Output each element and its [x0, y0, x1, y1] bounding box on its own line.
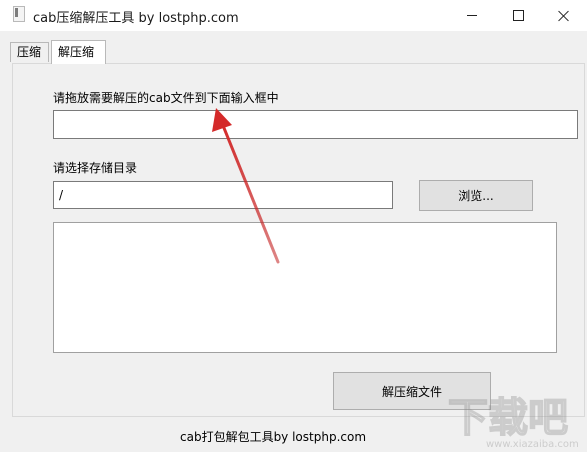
extract-button[interactable]: 解压缩文件 — [333, 372, 491, 410]
browse-button[interactable]: 浏览... — [419, 180, 533, 211]
maximize-button[interactable] — [495, 0, 541, 31]
tab-extract[interactable]: 解压缩 — [51, 40, 106, 64]
output-log-area[interactable] — [53, 222, 557, 353]
minimize-icon — [467, 15, 477, 16]
svg-text:www.xiazaiba.com: www.xiazaiba.com — [486, 439, 579, 449]
close-icon — [558, 10, 570, 22]
maximize-icon — [512, 10, 524, 21]
source-file-input[interactable] — [53, 110, 578, 139]
source-file-label: 请拖放需要解压的cab文件到下面输入框中 — [53, 91, 279, 105]
destination-label: 请选择存储目录 — [53, 161, 138, 175]
footer-text: cab打包解包工具by lostphp.com — [180, 430, 367, 444]
app-icon — [13, 6, 25, 22]
tab-compress[interactable]: 压缩 — [10, 42, 49, 62]
close-button[interactable] — [541, 0, 587, 31]
window-title: cab压缩解压工具 by lostphp.com — [33, 11, 239, 26]
destination-path-input[interactable]: / — [53, 181, 393, 209]
title-bar: cab压缩解压工具 by lostphp.com — [0, 0, 587, 31]
minimize-button[interactable] — [449, 0, 495, 31]
